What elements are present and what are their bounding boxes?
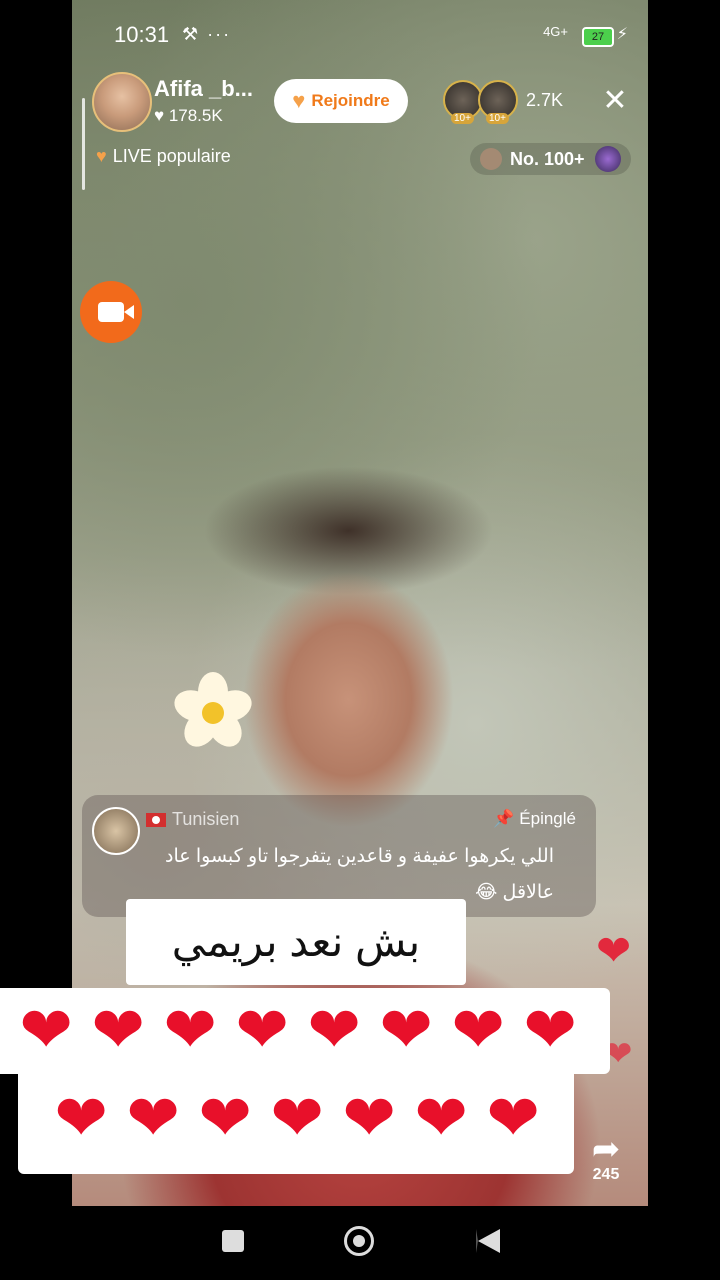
clock: 10:31 [114, 22, 170, 47]
red-heart-icon: ❤ [342, 1082, 396, 1154]
viewer-badge: 10+ [451, 113, 474, 124]
host-avatar[interactable] [92, 72, 152, 132]
red-heart-icon: ❤ [486, 1082, 540, 1154]
live-popular-tag[interactable]: ♥ LIVE populaire [96, 146, 231, 167]
join-button[interactable]: ♥ Rejoindre [274, 79, 408, 123]
tunisia-flag-icon [146, 813, 166, 828]
pin-icon: 📌 [493, 809, 515, 828]
red-heart-icon: ❤ [198, 1082, 252, 1154]
red-heart-icon: ❤ [307, 994, 361, 1066]
red-heart-icon: ❤ [91, 994, 145, 1066]
back-icon[interactable] [476, 1229, 500, 1253]
charging-icon: ⚡ [616, 26, 628, 43]
red-heart-icon: ❤ [451, 994, 505, 1066]
join-button-label: Rejoindre [311, 91, 390, 110]
red-heart-icon: ❤ [163, 994, 217, 1066]
recent-apps-icon[interactable] [222, 1230, 244, 1252]
red-heart-icon: ❤ [126, 1082, 180, 1154]
network-indicator: 4G+ [543, 24, 568, 39]
red-heart-icon: ❤ [235, 994, 289, 1066]
heart-icon: ♥ [96, 146, 107, 166]
red-heart-icon: ❤ [379, 994, 433, 1066]
hearts-row: ❤ ❤ ❤ ❤ ❤ ❤ ❤ [45, 1086, 549, 1150]
home-icon[interactable] [344, 1226, 374, 1256]
host-name: Afifa _b... [154, 76, 254, 101]
scroll-indicator [82, 98, 85, 190]
notification-icons: ⚒ ··· [182, 24, 232, 44]
red-heart-icon: ❤ [414, 1082, 468, 1154]
top-viewer-avatar[interactable]: 10+ [443, 80, 483, 124]
live-popular-label: LIVE populaire [112, 146, 231, 166]
hearts-row: ❤ ❤ ❤ ❤ ❤ ❤ ❤ ❤ [10, 998, 586, 1062]
floating-heart-icon: ❤ [596, 927, 632, 974]
hearts-overlay: ❤ ❤ ❤ ❤ ❤ ❤ ❤ [18, 1074, 574, 1174]
heart-plus-icon: ♥ [292, 88, 306, 113]
top-viewer-avatar[interactable]: 10+ [478, 80, 518, 124]
commenter-username: Tunisien [146, 809, 239, 830]
pinned-label: 📌 Épinglé [493, 809, 576, 828]
share-button[interactable]: ➦ 245 [584, 1132, 628, 1192]
share-count: 245 [592, 1166, 620, 1183]
red-heart-icon: ❤ [54, 1082, 108, 1154]
status-bar: 10:31 ⚒ ··· 4G+ 27 ⚡ [72, 0, 648, 70]
viewer-badge: 10+ [486, 113, 509, 124]
ranking-badge[interactable]: No. 100+ [470, 143, 631, 175]
camera-icon[interactable] [80, 281, 142, 343]
red-heart-icon: ❤ [270, 1082, 324, 1154]
viewer-count[interactable]: 2.7K [526, 90, 563, 111]
red-heart-icon: ❤ [523, 994, 577, 1066]
commenter-avatar[interactable] [92, 807, 140, 855]
flower-filter-sticker [170, 668, 256, 754]
close-icon[interactable]: ✕ [600, 86, 630, 116]
gem-icon [594, 146, 621, 172]
ranking-label: No. 100+ [510, 148, 585, 169]
share-arrow-icon: ➦ [591, 1130, 621, 1168]
hearts-overlay: ❤ ❤ ❤ ❤ ❤ ❤ ❤ ❤ [0, 988, 610, 1074]
red-heart-icon: ❤ [19, 994, 73, 1066]
video-caption: بش نعد بريمي [126, 899, 466, 985]
host-profile[interactable]: Afifa _b... ♥ 178.5K [92, 72, 270, 132]
battery-icon: 27 [582, 27, 614, 47]
rank-avatar [480, 148, 502, 170]
host-likes-count: ♥ 178.5K [154, 106, 223, 125]
